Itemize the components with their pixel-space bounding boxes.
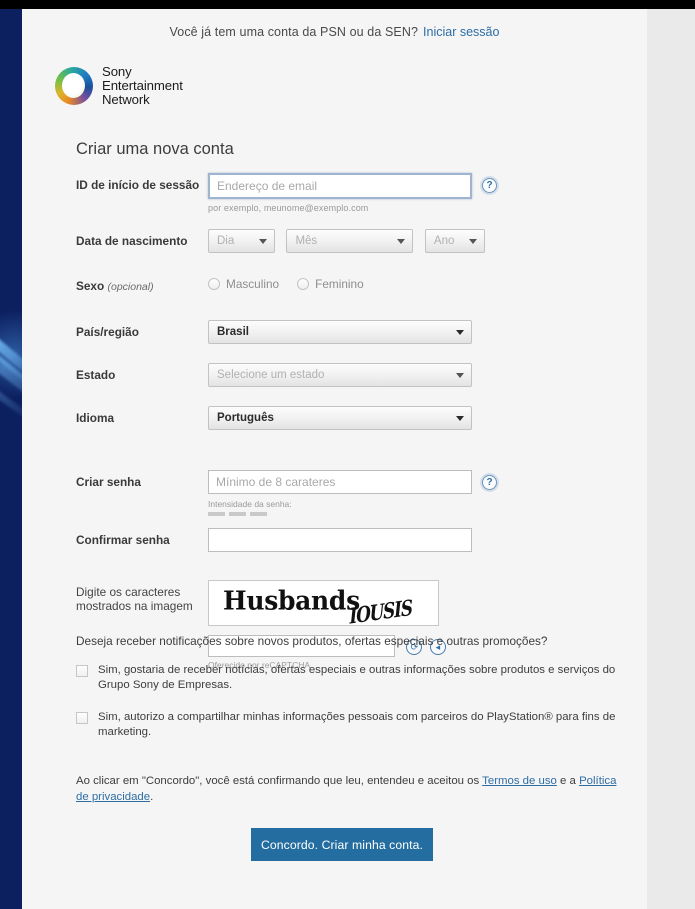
gender-female-label: Feminino	[315, 277, 364, 291]
password-input-line: ?	[208, 470, 636, 494]
signup-page: Você já tem uma conta da PSN ou da SEN? I…	[22, 9, 647, 909]
sen-orb-icon	[55, 67, 93, 106]
login-id-help-icon[interactable]: ?	[482, 178, 497, 193]
marketing-preferences-section: Deseja receber notificações sobre novos …	[76, 634, 636, 757]
terms-disclaimer: Ao clicar em "Concordo", você está confi…	[76, 773, 621, 805]
terms-of-use-link[interactable]: Termos de uso	[482, 775, 557, 787]
language-field-group: Português	[208, 406, 636, 435]
language-label: Idioma	[76, 411, 115, 425]
gender-field-group: Masculino Feminino	[208, 274, 636, 291]
state-field-group: Selecione um estado	[208, 363, 636, 392]
signup-form: ID de início de sessão ? por exemplo, me…	[76, 173, 636, 670]
password-input[interactable]	[208, 470, 472, 494]
gender-male-label: Masculino	[226, 277, 280, 291]
strength-bar	[208, 512, 225, 516]
birthdate-year-value: Ano	[433, 235, 455, 247]
field-row-birthdate: Data de nascimento Dia Mês Ano	[76, 229, 636, 258]
birthdate-month-value: Mês	[295, 235, 318, 247]
login-id-input-line: ?	[208, 173, 636, 199]
confirm-password-input[interactable]	[208, 528, 472, 552]
language-value: Português	[217, 412, 274, 424]
chevron-down-icon	[468, 239, 477, 244]
country-value: Brasil	[217, 326, 249, 338]
gender-male-radio[interactable]	[208, 278, 220, 290]
logo-line-entertainment: Entertainment	[102, 78, 183, 94]
terms-middle-text: e a	[556, 775, 580, 787]
chevron-down-icon	[456, 416, 464, 421]
language-select[interactable]: Português	[208, 406, 472, 430]
page-header: Você já tem uma conta da PSN ou da SEN? I…	[22, 9, 647, 51]
state-value: Selecione um estado	[217, 369, 325, 381]
login-id-label: ID de início de sessão	[76, 178, 200, 192]
terms-prefix-text: Ao clicar em "Concordo", você está confi…	[76, 775, 483, 787]
chevron-down-icon	[397, 239, 406, 244]
partner-sharing-checkbox[interactable]	[76, 712, 88, 724]
logo-line-network: Network	[102, 92, 150, 108]
state-select[interactable]: Selecione um estado	[208, 363, 472, 387]
captcha-label-line1: Digite os caracteres	[76, 585, 181, 599]
chevron-down-icon	[456, 373, 464, 378]
country-label: País/região	[76, 325, 139, 339]
sony-entertainment-network-logo: Sony Entertainment Network	[55, 64, 183, 108]
newsletter-checkbox-label: Sim, gostaria de receber notícias, ofert…	[98, 664, 616, 691]
field-row-language: Idioma Português	[76, 406, 636, 435]
birthdate-month-select[interactable]: Mês	[286, 229, 414, 253]
password-strength-meter	[208, 512, 636, 516]
create-account-button[interactable]: Concordo. Criar minha conta.	[251, 828, 433, 861]
password-help-icon[interactable]: ?	[482, 475, 497, 490]
captcha-image: Husbands IOUSIS	[208, 580, 439, 626]
marketing-option-row[interactable]: Sim, gostaria de receber notícias, ofert…	[76, 663, 636, 693]
login-id-field-group: ? por exemplo, meunome@exemplo.com	[208, 173, 636, 213]
captcha-label-line2: mostrados na imagem	[76, 599, 193, 613]
terms-suffix-text: .	[150, 791, 154, 803]
state-label: Estado	[76, 368, 116, 382]
gender-label: Sexo (opcional)	[76, 274, 208, 294]
birthdate-label: Data de nascimento	[76, 234, 188, 248]
strength-bar	[229, 512, 246, 516]
chevron-down-icon	[456, 330, 464, 335]
confirm-password-field-group	[208, 528, 636, 552]
country-field-group: Brasil	[208, 320, 636, 349]
strength-bar	[250, 512, 267, 516]
marketing-option-row[interactable]: Sim, autorizo a compartilhar minhas info…	[76, 710, 636, 740]
marketing-question: Deseja receber notificações sobre novos …	[76, 634, 548, 648]
password-field-group: ? Intensidade da senha:	[208, 470, 636, 516]
gender-label-text: Sexo	[76, 279, 105, 293]
page-right-gutter	[647, 9, 695, 909]
logo-line-sony: Sony	[102, 64, 132, 79]
partner-sharing-checkbox-label: Sim, autorizo a compartilhar minhas info…	[98, 711, 616, 738]
sign-in-link[interactable]: Iniciar sessão	[423, 25, 499, 39]
existing-account-prompt: Você já tem uma conta da PSN ou da SEN?	[169, 25, 419, 39]
birthdate-year-select[interactable]: Ano	[424, 229, 485, 253]
field-row-country: País/região Brasil	[76, 320, 636, 349]
confirm-password-label: Confirmar senha	[76, 533, 170, 547]
birthdate-day-select[interactable]: Dia	[208, 229, 275, 253]
gender-female-radio[interactable]	[297, 278, 310, 290]
logo-wordmark: Sony Entertainment Network	[102, 64, 183, 108]
screenshot-root: Você já tem uma conta da PSN ou da SEN? I…	[0, 0, 695, 909]
field-row-gender: Sexo (opcional) Masculino Feminino	[76, 274, 636, 294]
birthdate-field-group: Dia Mês Ano	[208, 229, 636, 258]
field-row-confirm-password: Confirmar senha	[76, 528, 636, 552]
captcha-word-primary: Husbands	[223, 585, 360, 616]
login-id-input[interactable]	[208, 173, 472, 199]
brand-side-strip	[0, 9, 22, 909]
country-select[interactable]: Brasil	[208, 320, 472, 344]
newsletter-checkbox[interactable]	[76, 665, 88, 677]
gender-optional-text: (opcional)	[107, 281, 154, 293]
password-label: Criar senha	[76, 475, 141, 489]
page-title: Criar uma nova conta	[76, 140, 234, 158]
birthdate-day-value: Dia	[217, 235, 235, 247]
gender-radio-group: Masculino Feminino	[208, 274, 636, 291]
browser-chrome-strip	[0, 0, 695, 9]
chevron-down-icon	[259, 239, 267, 244]
field-row-login-id: ID de início de sessão ? por exemplo, me…	[76, 173, 636, 213]
field-row-state: Estado Selecione um estado	[76, 363, 636, 392]
login-id-hint: por exemplo, meunome@exemplo.com	[208, 203, 369, 213]
field-row-password: Criar senha ? Intensidade da senha:	[76, 470, 636, 516]
password-strength-label: Intensidade da senha:	[208, 499, 292, 509]
captcha-label: Digite os caracteres mostrados na imagem	[76, 580, 208, 613]
